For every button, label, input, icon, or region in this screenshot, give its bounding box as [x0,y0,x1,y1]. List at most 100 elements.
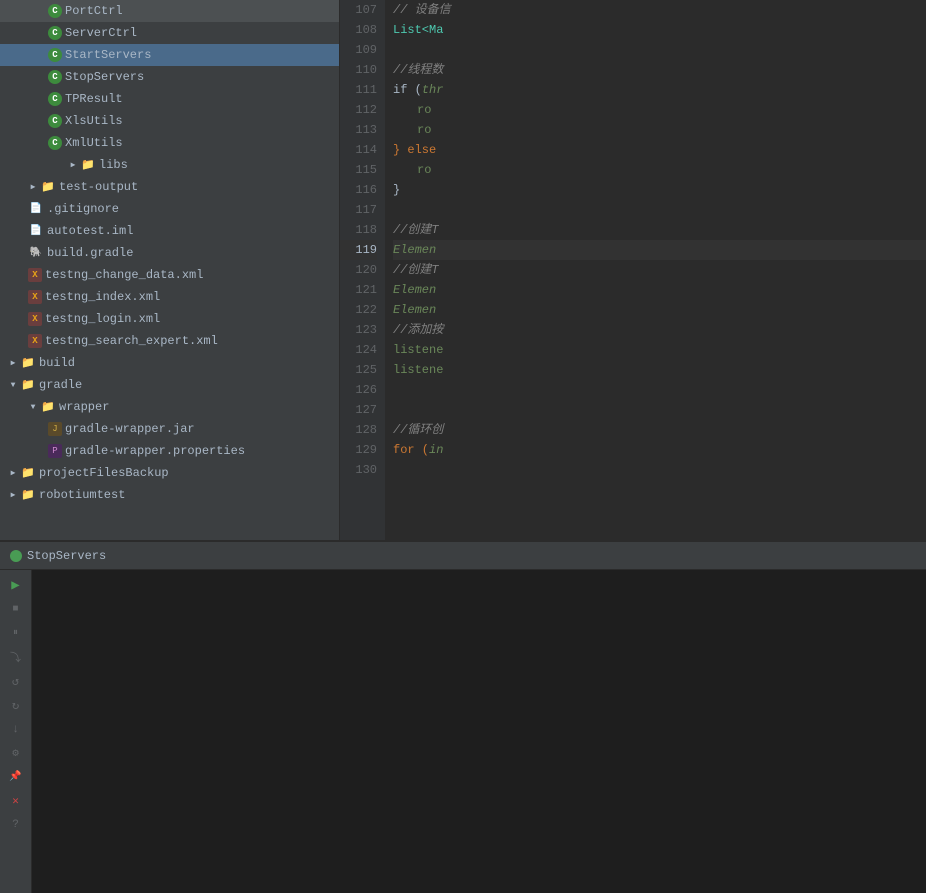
code-line-119: Elemen [393,240,926,260]
rerun-failed-icon: ↻ [12,698,19,713]
xml-icon: X [28,290,42,304]
gradle-icon: 🐘 [28,245,44,261]
class-icon: C [48,48,62,62]
code-line-126 [393,380,926,400]
tree-label: testng_login.xml [45,312,160,326]
arrow-icon: ▶ [8,465,18,481]
tree-item-projectfilesbackup[interactable]: ▶ 📁 projectFilesBackup [0,462,339,484]
tree-label: StartServers [65,48,151,62]
run-settings-button[interactable]: ⚙ [5,742,27,764]
run-close-button[interactable]: ✕ [5,790,27,812]
run-pause-button[interactable]: ⏸ [5,622,27,644]
tree-item-gradle-wrapper-jar[interactable]: J gradle-wrapper.jar [0,418,339,440]
tree-label: XlsUtils [65,114,123,128]
code-line-125: listene [393,360,926,380]
tree-item-robotiumtest[interactable]: ▶ 📁 robotiumtest [0,484,339,506]
file-icon: 📄 [28,201,44,217]
tree-label: testng_change_data.xml [45,268,203,282]
arrow-icon: ▼ [8,377,18,393]
class-icon: C [48,114,62,128]
tree-item-libs[interactable]: ▶ 📁 libs [0,154,339,176]
class-icon: C [48,4,62,18]
tree-item-testng-search[interactable]: X testng_search_expert.xml [0,330,339,352]
settings-icon: ⚙ [12,746,19,760]
tree-label: test-output [59,180,138,194]
run-tab-stopservers[interactable]: StopServers [0,542,116,570]
tree-label: PortCtrl [65,4,123,18]
run-play-button[interactable]: ▶ [5,574,27,596]
class-icon: C [48,92,62,106]
tree-item-gradle[interactable]: ▼ 📁 gradle [0,374,339,396]
tree-label: ServerCtrl [65,26,137,40]
tree-item-startservers[interactable]: C StartServers [0,44,339,66]
code-line-122: Elemen [393,300,926,320]
code-content: // 设备信 List<Ma //线程数 if (thr ro ro [385,0,926,540]
tree-item-testng-change[interactable]: X testng_change_data.xml [0,264,339,286]
run-scroll-end-button[interactable]: ↓ [5,718,27,740]
main-area: C PortCtrl C ServerCtrl C StartServers C… [0,0,926,540]
code-line-120: //创建T [393,260,926,280]
code-line-117 [393,200,926,220]
arrow-icon: ▶ [8,487,18,503]
code-line-130 [393,460,926,480]
tree-item-testng-index[interactable]: X testng_index.xml [0,286,339,308]
tree-item-build[interactable]: ▶ 📁 build [0,352,339,374]
xml-icon: X [28,268,42,282]
tree-item-test-output[interactable]: ▶ 📁 test-output [0,176,339,198]
tree-label: libs [99,158,128,172]
run-console[interactable] [32,570,926,893]
code-line-114: } else [393,140,926,160]
tree-label: gradle-wrapper.properties [65,444,245,458]
tree-label: XmlUtils [65,136,123,150]
class-icon: C [48,26,62,40]
tree-item-testng-login[interactable]: X testng_login.xml [0,308,339,330]
code-line-109 [393,40,926,60]
arrow-icon: ▼ [28,399,38,415]
tree-label: build.gradle [47,246,133,260]
arrow-icon: ▶ [68,157,78,173]
code-line-116: } [393,180,926,200]
step-over-icon: ⤵ [10,649,21,665]
tree-item-gitignore[interactable]: 📄 .gitignore [0,198,339,220]
class-icon: C [48,70,62,84]
run-body: ▶ ■ ⏸ ⤵ ↺ ↻ ↓ [0,570,926,893]
tree-label: TPResult [65,92,123,106]
folder-icon: 📁 [40,399,56,415]
code-line-113: ro [393,120,926,140]
code-line-108: List<Ma [393,20,926,40]
code-line-118: //创建T [393,220,926,240]
run-step-over-button[interactable]: ⤵ [5,646,27,668]
tree-label: gradle [39,378,82,392]
tree-label: testng_index.xml [45,290,160,304]
run-pin-button[interactable]: 📌 [5,766,27,788]
rerun-icon: ↺ [12,674,19,689]
tree-label: testng_search_expert.xml [45,334,218,348]
tree-item-build-gradle[interactable]: 🐘 build.gradle [0,242,339,264]
run-panel: StopServers ▶ ■ ⏸ ⤵ ↺ [0,540,926,893]
code-line-124: listene [393,340,926,360]
run-stop-button[interactable]: ■ [5,598,27,620]
arrow-icon: ▶ [28,179,38,195]
tree-item-serverctrl[interactable]: C ServerCtrl [0,22,339,44]
run-rerun-button[interactable]: ↺ [5,670,27,692]
tree-item-gradle-wrapper-props[interactable]: P gradle-wrapper.properties [0,440,339,462]
run-help-button[interactable]: ? [5,814,27,836]
file-icon: 📄 [28,223,44,239]
code-line-110: //线程数 [393,60,926,80]
code-line-115: ro [393,160,926,180]
tree-item-autotest-iml[interactable]: 📄 autotest.iml [0,220,339,242]
tree-label: autotest.iml [47,224,133,238]
code-line-112: ro [393,100,926,120]
tree-label: wrapper [59,400,109,414]
tree-item-xlsutils[interactable]: C XlsUtils [0,110,339,132]
tree-item-stopservers[interactable]: C StopServers [0,66,339,88]
jar-icon: J [48,422,62,436]
run-rerun-failed-button[interactable]: ↻ [5,694,27,716]
tree-item-xmlutils[interactable]: C XmlUtils [0,132,339,154]
tree-item-tpresult[interactable]: C TPResult [0,88,339,110]
tree-item-wrapper[interactable]: ▼ 📁 wrapper [0,396,339,418]
code-line-121: Elemen [393,280,926,300]
code-editor: 107 108 109 110 111 112 113 114 115 116 … [340,0,926,540]
tree-label: gradle-wrapper.jar [65,422,195,436]
tree-item-portctrl[interactable]: C PortCtrl [0,0,339,22]
